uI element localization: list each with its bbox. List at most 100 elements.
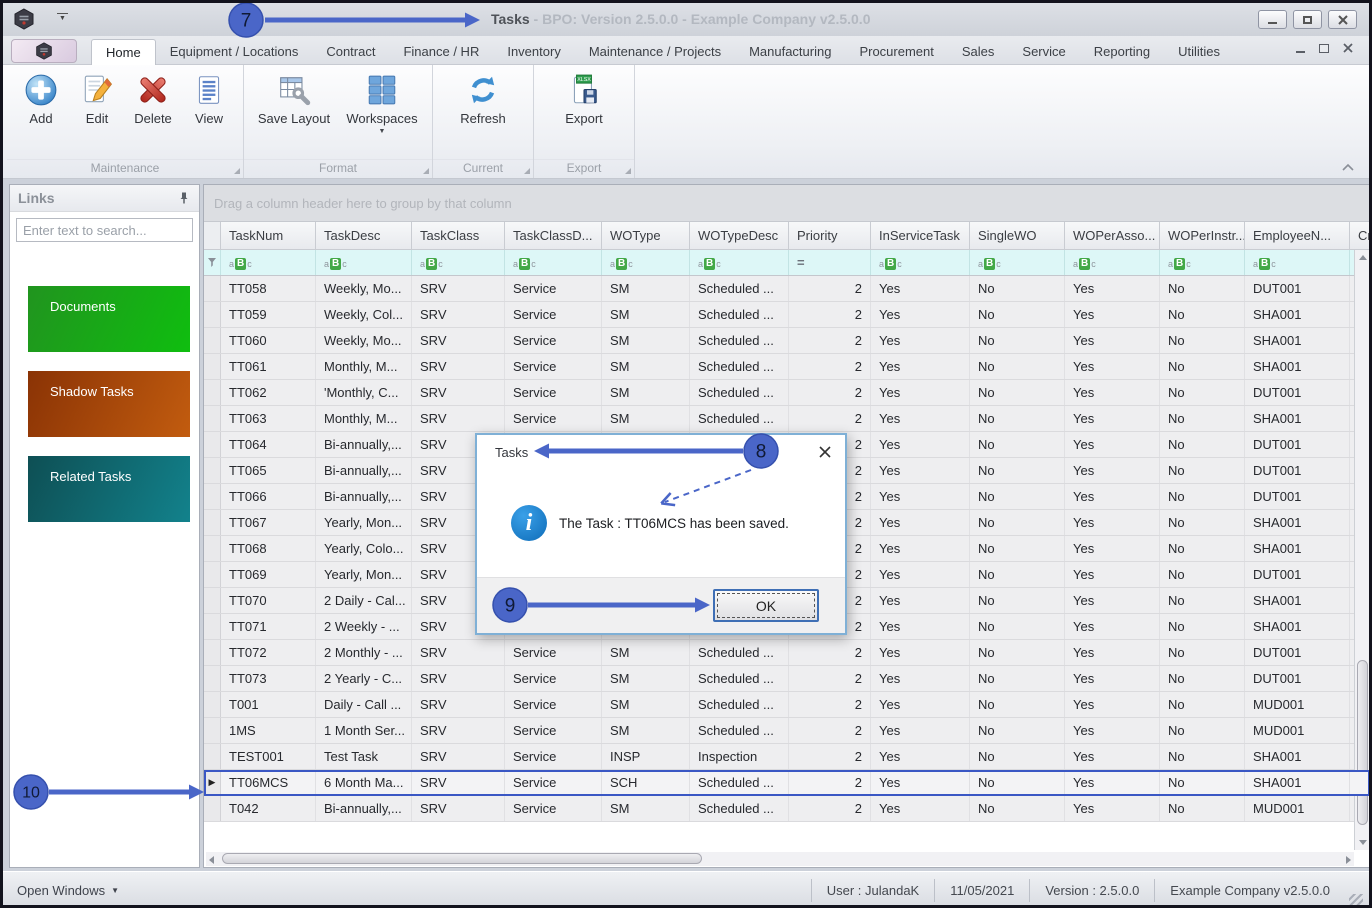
column-header-task-class-desc[interactable]: TaskClassD...: [505, 222, 602, 249]
table-row[interactable]: TEST001Test TaskSRVServiceINSPInspection…: [204, 744, 1370, 770]
view-button[interactable]: View: [181, 69, 237, 126]
column-header-priority[interactable]: Priority: [789, 222, 871, 249]
filter-cell-wo-type[interactable]: aBc: [602, 250, 690, 275]
tab-home[interactable]: Home: [91, 39, 156, 65]
bpo-logo-button[interactable]: [11, 39, 77, 63]
dialog-launcher-icon[interactable]: [423, 168, 429, 174]
save-layout-button[interactable]: Save Layout: [250, 69, 338, 126]
filter-cell-priority[interactable]: =: [789, 250, 871, 275]
tab-procurement[interactable]: Procurement: [845, 39, 947, 65]
column-header-task-desc[interactable]: TaskDesc: [316, 222, 412, 249]
pin-icon[interactable]: [177, 191, 191, 205]
tab-contract[interactable]: Contract: [312, 39, 389, 65]
column-header-wo-type[interactable]: WOType: [602, 222, 690, 249]
group-by-bar[interactable]: Drag a column header here to group by th…: [204, 185, 1370, 222]
column-header-wo-per-asso[interactable]: WOPerAsso...: [1065, 222, 1160, 249]
delete-button[interactable]: Delete: [125, 69, 181, 126]
ok-button[interactable]: OK: [713, 589, 819, 622]
mdi-restore-icon[interactable]: [1319, 44, 1329, 53]
table-row[interactable]: TT058Weekly, Mo...SRVServiceSMScheduled …: [204, 276, 1370, 302]
cell-task-class: SRV: [412, 770, 505, 795]
cell-priority: 2: [789, 744, 871, 769]
link-shadow-tasks[interactable]: Shadow Tasks: [28, 371, 190, 437]
tab-maintenance-projects[interactable]: Maintenance / Projects: [575, 39, 735, 65]
vertical-scroll-thumb[interactable]: [1357, 660, 1368, 825]
scroll-right-icon[interactable]: [1346, 856, 1351, 864]
dialog-launcher-icon[interactable]: [625, 168, 631, 174]
tab-reporting[interactable]: Reporting: [1080, 39, 1164, 65]
cell-task-desc: Monthly, M...: [316, 354, 412, 379]
link-documents[interactable]: Documents: [28, 286, 190, 352]
tab-sales[interactable]: Sales: [948, 39, 1009, 65]
table-row[interactable]: TT059Weekly, Col...SRVServiceSMScheduled…: [204, 302, 1370, 328]
mdi-close-icon[interactable]: [1343, 43, 1353, 53]
tab-service[interactable]: Service: [1008, 39, 1079, 65]
dialog-launcher-icon[interactable]: [524, 168, 530, 174]
quick-access-dropdown-icon[interactable]: ▼: [57, 13, 68, 23]
scroll-down-icon[interactable]: [1359, 840, 1367, 845]
column-header-employee[interactable]: EmployeeN...: [1245, 222, 1350, 249]
filter-cell-task-class-desc[interactable]: aBc: [505, 250, 602, 275]
workspaces-button[interactable]: Workspaces▼: [338, 69, 426, 135]
filter-cell-wo-per-asso[interactable]: aBc: [1065, 250, 1160, 275]
column-header-task-class[interactable]: TaskClass: [412, 222, 505, 249]
filter-cell-wo-type-desc[interactable]: aBc: [690, 250, 789, 275]
search-input[interactable]: [23, 223, 199, 238]
filter-cell-employee[interactable]: aBc: [1245, 250, 1350, 275]
tab-manufacturing[interactable]: Manufacturing: [735, 39, 845, 65]
close-button[interactable]: [1328, 10, 1357, 29]
table-row[interactable]: TT063Monthly, M...SRVServiceSMScheduled …: [204, 406, 1370, 432]
column-header-wo-type-desc[interactable]: WOTypeDesc: [690, 222, 789, 249]
filter-cell-single-wo[interactable]: aBc: [970, 250, 1065, 275]
tab-utilities[interactable]: Utilities: [1164, 39, 1234, 65]
filter-cell-task-num[interactable]: aBc: [221, 250, 316, 275]
tab-finance-hr[interactable]: Finance / HR: [389, 39, 493, 65]
table-row[interactable]: TT060Weekly, Mo...SRVServiceSMScheduled …: [204, 328, 1370, 354]
filter-cell-task-desc[interactable]: aBc: [316, 250, 412, 275]
resize-grip[interactable]: [1349, 894, 1363, 908]
maximize-button[interactable]: [1293, 10, 1322, 29]
dialog-title: Tasks: [495, 445, 528, 460]
column-header-in-service-task[interactable]: InServiceTask: [871, 222, 970, 249]
cell-task-class: SRV: [412, 640, 505, 665]
minimize-button[interactable]: [1258, 10, 1287, 29]
column-header-wo-per-instr[interactable]: WOPerInstr...: [1160, 222, 1245, 249]
table-row[interactable]: TT062'Monthly, C...SRVServiceSMScheduled…: [204, 380, 1370, 406]
link-related-tasks[interactable]: Related Tasks: [28, 456, 190, 522]
dialog-launcher-icon[interactable]: [234, 168, 240, 174]
export-button[interactable]: XLSXExport: [540, 69, 628, 126]
horizontal-scroll-thumb[interactable]: [222, 853, 702, 864]
cell-task-desc: Yearly, Mon...: [316, 510, 412, 535]
vertical-scrollbar[interactable]: [1354, 250, 1370, 850]
cell-single-wo: No: [970, 536, 1065, 561]
mdi-minimize-icon[interactable]: [1296, 51, 1305, 53]
table-row[interactable]: T001Daily - Call ...SRVServiceSMSchedule…: [204, 692, 1370, 718]
filter-cell-in-service-task[interactable]: aBc: [871, 250, 970, 275]
column-header-single-wo[interactable]: SingleWO: [970, 222, 1065, 249]
tab-equipment-locations[interactable]: Equipment / Locations: [156, 39, 313, 65]
links-panel-title: Links: [18, 190, 177, 206]
filter-cell-wo-per-instr[interactable]: aBc: [1160, 250, 1245, 275]
table-row[interactable]: TT061Monthly, M...SRVServiceSMScheduled …: [204, 354, 1370, 380]
cell-task-num: TT071: [221, 614, 316, 639]
table-row[interactable]: T042Bi-annually,...SRVServiceSMScheduled…: [204, 796, 1370, 822]
scroll-left-icon[interactable]: [209, 856, 214, 864]
cell-wo-per-instr: No: [1160, 614, 1245, 639]
refresh-button[interactable]: Refresh: [439, 69, 527, 126]
table-row-selected[interactable]: ▶TT06MCS6 Month Ma...SRVServiceSCHSchedu…: [204, 770, 1370, 796]
tab-inventory[interactable]: Inventory: [493, 39, 574, 65]
edit-button[interactable]: Edit: [69, 69, 125, 126]
table-row[interactable]: 1MS1 Month Ser...SRVServiceSMScheduled .…: [204, 718, 1370, 744]
filter-cell-task-class[interactable]: aBc: [412, 250, 505, 275]
collapse-ribbon-icon[interactable]: [1341, 163, 1355, 172]
open-windows-button[interactable]: Open Windows ▼: [17, 883, 119, 898]
add-button[interactable]: Add: [13, 69, 69, 126]
column-header-cre[interactable]: Cre...: [1350, 222, 1372, 249]
dialog-close-button[interactable]: [819, 445, 831, 463]
cell-wo-per-instr: No: [1160, 354, 1245, 379]
table-row[interactable]: TT0732 Yearly - C...SRVServiceSMSchedule…: [204, 666, 1370, 692]
scroll-up-icon[interactable]: [1359, 255, 1367, 260]
horizontal-scrollbar[interactable]: [206, 852, 1354, 866]
column-header-task-num[interactable]: TaskNum: [221, 222, 316, 249]
table-row[interactable]: TT0722 Monthly - ...SRVServiceSMSchedule…: [204, 640, 1370, 666]
